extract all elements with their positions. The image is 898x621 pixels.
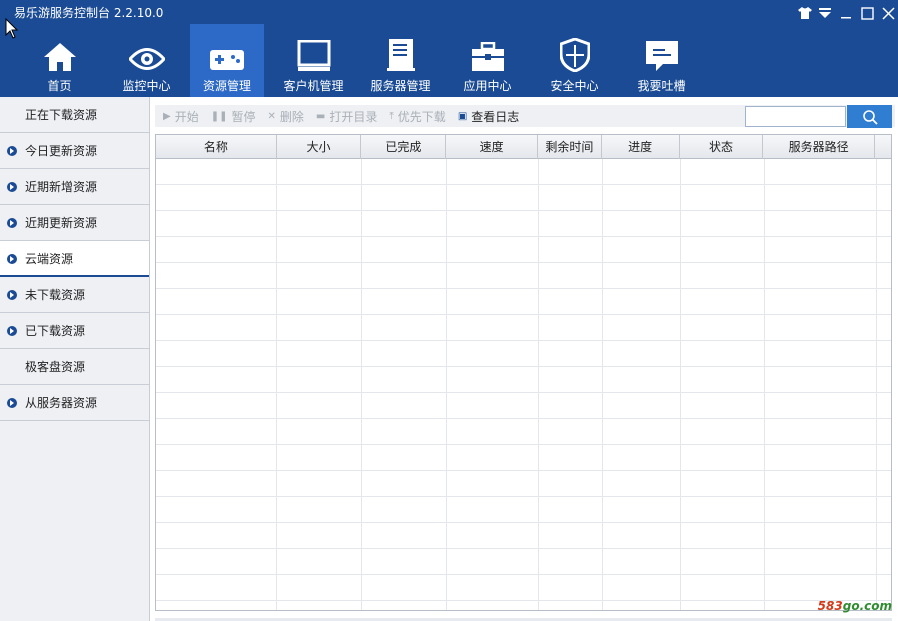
bullet-arrow-icon [7, 290, 17, 300]
sidebar-item-recent-added[interactable]: 近期新增资源 [0, 169, 149, 205]
nav-app-center[interactable]: 应用中心 [444, 24, 531, 97]
nav-client[interactable]: 客户机管理 [270, 24, 357, 97]
nav-resource[interactable]: 资源管理 [190, 24, 264, 97]
sidebar-item-recent-updated[interactable]: 近期更新资源 [0, 205, 149, 241]
delete-button[interactable]: ✕ 删除 [268, 108, 304, 125]
delete-x-icon: ✕ [267, 110, 276, 122]
search-icon [862, 109, 878, 125]
sidebar-item-downloaded[interactable]: 已下载资源 [0, 313, 149, 349]
sidebar-item-cloud[interactable]: 云端资源 [0, 241, 149, 277]
column-header-speed[interactable]: 速度 [446, 135, 538, 159]
priority-up-icon: ⤒ [389, 110, 394, 122]
nav-monitor[interactable]: 监控中心 [103, 24, 190, 97]
search-button[interactable] [847, 105, 892, 128]
column-header-filler [875, 135, 891, 159]
toolbox-icon [471, 32, 505, 72]
column-header-server-path[interactable]: 服务器路径 [763, 135, 876, 159]
sidebar-item-not-downloaded[interactable]: 未下载资源 [0, 277, 149, 313]
chat-bubble-icon [645, 32, 679, 72]
eye-icon [128, 32, 165, 72]
window-title: 易乐游服务控制台 2.2.10.0 [14, 6, 164, 20]
nav-server[interactable]: 服务器管理 [357, 24, 444, 97]
folder-icon: ▬ [315, 110, 326, 122]
monitor-icon [297, 32, 331, 72]
resource-table: 名称 大小 已完成 速度 剩余时间 进度 状态 服务器路径 [155, 134, 892, 611]
search-input[interactable] [745, 106, 846, 127]
open-directory-button[interactable]: ▬ 打开目录 [316, 108, 377, 125]
log-search-icon: ▣ [457, 110, 468, 122]
sidebar-item-slave-server[interactable]: 从服务器资源 [0, 385, 149, 421]
start-button[interactable]: ▶ 开始 [163, 108, 199, 125]
sidebar: 正在下载资源 今日更新资源 近期新增资源 近期更新资源 云端资源 未下载资源 已… [0, 97, 150, 621]
server-icon [386, 32, 416, 72]
maximize-icon[interactable] [858, 4, 876, 22]
priority-download-button[interactable]: ⤒ 优先下载 [389, 108, 445, 125]
column-header-completed[interactable]: 已完成 [361, 135, 447, 159]
nav-security[interactable]: 安全中心 [531, 24, 618, 97]
pause-button[interactable]: ❚❚ 暂停 [211, 108, 256, 125]
column-header-progress[interactable]: 进度 [602, 135, 680, 159]
nav-feedback[interactable]: 我要吐槽 [618, 24, 705, 97]
main-panel: ▶ 开始 ❚❚ 暂停 ✕ 删除 ▬ 打开目录 ⤒ 优先下载 ▣ 查看日志 名称 [150, 97, 898, 621]
play-icon: ▶ [163, 110, 171, 122]
sidebar-item-today-updated[interactable]: 今日更新资源 [0, 133, 149, 169]
bullet-arrow-icon [7, 146, 17, 156]
shield-icon [559, 32, 590, 72]
gamepad-icon [209, 32, 245, 72]
bullet-arrow-icon [7, 218, 17, 228]
table-body[interactable] [156, 159, 891, 610]
pause-icon: ❚❚ [210, 110, 228, 122]
bullet-arrow-icon [7, 254, 17, 264]
main-nav: 首页 监控中心 资源管理 客户机管理 服务器管理 应用中心 安全中心 我要吐槽 [16, 24, 705, 97]
minimize-icon[interactable] [837, 4, 855, 22]
close-icon[interactable] [879, 4, 897, 22]
column-header-name[interactable]: 名称 [156, 135, 277, 159]
title-bar: 易乐游服务控制台 2.2.10.0 首页 监控中心 资源管理 客户机管理 服务器… [0, 0, 898, 97]
dropdown-menu-icon[interactable] [816, 4, 834, 22]
skin-icon[interactable] [796, 4, 814, 22]
column-header-remaining-time[interactable]: 剩余时间 [538, 135, 602, 159]
sidebar-item-geek-disk[interactable]: 极客盘资源 [0, 349, 149, 385]
bullet-arrow-icon [7, 182, 17, 192]
bullet-arrow-icon [7, 326, 17, 336]
column-header-size[interactable]: 大小 [277, 135, 362, 159]
watermark-logo: 583go.com [817, 599, 892, 613]
column-header-status[interactable]: 状态 [680, 135, 764, 159]
table-header: 名称 大小 已完成 速度 剩余时间 进度 状态 服务器路径 [156, 135, 891, 159]
view-log-button[interactable]: ▣ 查看日志 [458, 108, 519, 125]
home-icon [43, 32, 77, 72]
bullet-arrow-icon [7, 398, 17, 408]
sidebar-item-downloading[interactable]: 正在下载资源 [0, 97, 149, 133]
nav-home[interactable]: 首页 [16, 24, 103, 97]
mouse-cursor-icon [5, 18, 19, 39]
